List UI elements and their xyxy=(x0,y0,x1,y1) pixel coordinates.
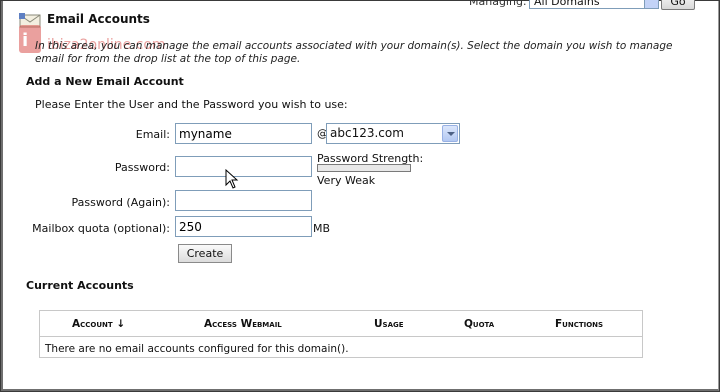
column-access-webmail: Access Webmail xyxy=(204,318,282,330)
password-strength-value: Very Weak xyxy=(317,174,376,187)
managing-domain-select[interactable]: All Domains xyxy=(529,0,659,9)
mouse-cursor-icon xyxy=(225,169,239,189)
password-again-label: Password (Again): xyxy=(71,196,170,209)
password-label: Password: xyxy=(114,161,170,174)
go-button[interactable]: Go xyxy=(661,0,695,10)
add-account-heading: Add a New Email Account xyxy=(26,75,184,88)
current-accounts-heading: Current Accounts xyxy=(26,279,134,292)
password-strength-meter xyxy=(317,164,411,172)
email-label: Email: xyxy=(135,128,170,141)
create-button[interactable]: Create xyxy=(178,244,232,263)
domain-select-value: abc123.com xyxy=(330,126,404,140)
domain-select[interactable]: abc123.com xyxy=(326,123,460,144)
quota-field[interactable] xyxy=(175,216,312,237)
email-field[interactable] xyxy=(175,123,312,144)
column-quota: Quota xyxy=(464,318,495,330)
window-frame: Managing: All Domains Go Email Accounts … xyxy=(0,0,720,392)
svg-text:i: i xyxy=(22,30,28,51)
empty-table-message: There are no email accounts configured f… xyxy=(45,343,349,355)
accounts-table: Account ↓ Access Webmail Usage Quota Fun… xyxy=(39,310,643,358)
column-account[interactable]: Account ↓ xyxy=(72,318,125,330)
chevron-down-icon xyxy=(644,0,658,8)
password-field[interactable] xyxy=(175,156,312,177)
intro-text: In this area, you can manage the email a… xyxy=(35,40,673,65)
quota-unit: MB xyxy=(313,222,331,235)
column-functions: Functions xyxy=(555,318,604,330)
managing-label: Managing: xyxy=(469,0,527,8)
accounts-table-header: Account ↓ Access Webmail Usage Quota Fun… xyxy=(40,311,642,337)
column-usage: Usage xyxy=(374,318,404,330)
managing-domain-value: All Domains xyxy=(534,0,600,8)
password-again-field[interactable] xyxy=(175,190,312,211)
chevron-down-icon xyxy=(442,125,458,142)
quota-label: Mailbox quota (optional): xyxy=(32,222,170,235)
add-account-instructions: Please Enter the User and the Password y… xyxy=(35,98,348,111)
